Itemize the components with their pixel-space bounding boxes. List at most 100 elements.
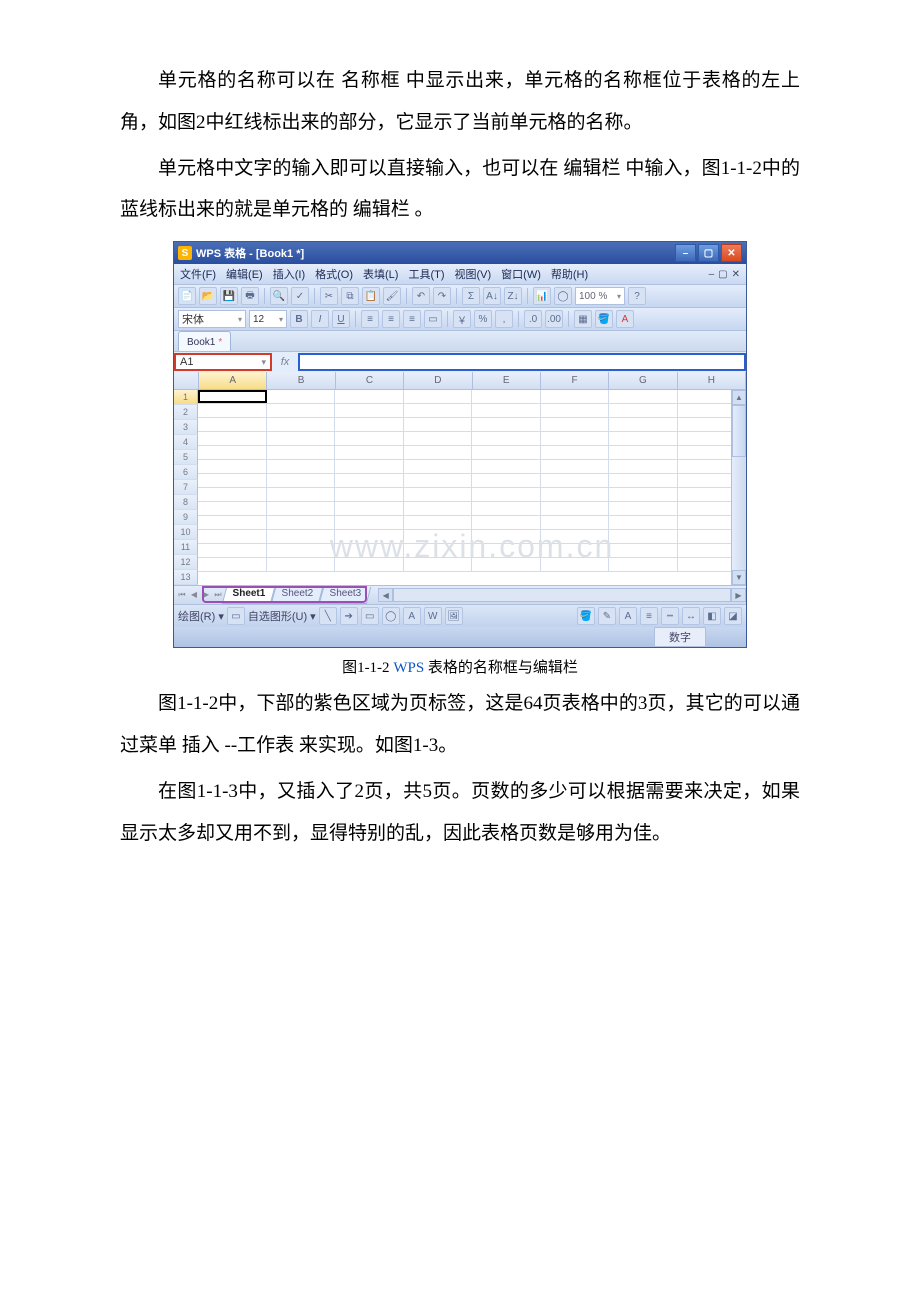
underline-button[interactable]: U — [332, 310, 350, 328]
row-header-6[interactable]: 6 — [174, 465, 198, 480]
select-objects-button[interactable]: ▭ — [227, 607, 245, 625]
format-painter-button[interactable]: 🖌 — [383, 287, 401, 305]
arrow-tool-button[interactable]: ➔ — [340, 607, 358, 625]
hscroll-left-arrow-icon[interactable]: ◀ — [378, 588, 393, 602]
wordart-tool-button[interactable]: W — [424, 607, 442, 625]
mdi-close-button[interactable]: ✕ — [732, 269, 740, 280]
rect-tool-button[interactable]: ▭ — [361, 607, 379, 625]
row-header-5[interactable]: 5 — [174, 450, 198, 465]
redo-button[interactable]: ↷ — [433, 287, 451, 305]
window-minimize-button[interactable]: – — [675, 244, 696, 262]
font-size-combo[interactable]: 12 — [249, 310, 287, 328]
mdi-restore-button[interactable]: ▢ — [718, 269, 727, 280]
column-header-a[interactable]: A — [199, 372, 267, 389]
window-maximize-button[interactable]: ▢ — [698, 244, 719, 262]
3d-button[interactable]: ◪ — [724, 607, 742, 625]
sort-desc-button[interactable]: Z↓ — [504, 287, 522, 305]
scroll-thumb[interactable] — [732, 405, 746, 457]
line-color-tool-button[interactable]: ✎ — [598, 607, 616, 625]
spellcheck-button[interactable]: ✓ — [291, 287, 309, 305]
menu-tools[interactable]: 工具(T) — [408, 266, 444, 282]
currency-button[interactable]: ￥ — [453, 310, 471, 328]
decrease-decimal-button[interactable]: .0 — [524, 310, 542, 328]
cells-area[interactable]: www.zixin.com.cn — [198, 390, 746, 585]
column-header-c[interactable]: C — [336, 372, 404, 389]
zoom-combo[interactable]: 100 % — [575, 287, 625, 305]
row-header-3[interactable]: 3 — [174, 420, 198, 435]
cut-button[interactable] — [320, 287, 338, 305]
new-button[interactable] — [178, 287, 196, 305]
align-center-button[interactable]: ≡ — [382, 310, 400, 328]
help-button[interactable]: ? — [628, 287, 646, 305]
name-box[interactable]: A1 — [174, 353, 272, 371]
drawing-button[interactable]: ◯ — [554, 287, 572, 305]
percent-button[interactable]: % — [474, 310, 492, 328]
menu-edit[interactable]: 编辑(E) — [226, 266, 263, 282]
insert-picture-button[interactable]: 🖼 — [445, 607, 463, 625]
menu-insert[interactable]: 插入(I) — [273, 266, 305, 282]
row-header-11[interactable]: 11 — [174, 540, 198, 555]
align-right-button[interactable]: ≡ — [403, 310, 421, 328]
column-header-b[interactable]: B — [267, 372, 335, 389]
mdi-minimize-button[interactable]: – — [709, 269, 715, 280]
autoshapes-menu[interactable]: 自选图形(U) ▾ — [248, 608, 316, 624]
fx-icon[interactable]: fx — [272, 356, 298, 368]
hscroll-right-arrow-icon[interactable]: ▶ — [731, 588, 746, 602]
sheet-tab-2[interactable]: Sheet2 — [271, 587, 323, 604]
sort-asc-button[interactable]: A↓ — [483, 287, 501, 305]
open-button[interactable] — [199, 287, 217, 305]
line-tool-button[interactable]: ╲ — [319, 607, 337, 625]
row-header-1[interactable]: 1 — [174, 390, 198, 405]
menu-help[interactable]: 帮助(H) — [551, 266, 588, 282]
row-header-2[interactable]: 2 — [174, 405, 198, 420]
paste-button[interactable] — [362, 287, 380, 305]
column-header-g[interactable]: G — [609, 372, 677, 389]
font-color-button[interactable]: A — [616, 310, 634, 328]
column-header-f[interactable]: F — [541, 372, 609, 389]
row-header-7[interactable]: 7 — [174, 480, 198, 495]
select-all-corner[interactable] — [174, 372, 199, 389]
tab-nav-first-icon[interactable]: ⏮ — [176, 590, 188, 600]
font-name-combo[interactable]: 宋体 — [178, 310, 246, 328]
hscroll-track[interactable] — [393, 588, 731, 602]
row-header-4[interactable]: 4 — [174, 435, 198, 450]
row-header-8[interactable]: 8 — [174, 495, 198, 510]
line-style-button[interactable]: ≡ — [640, 607, 658, 625]
sheet-tab-3[interactable]: Sheet3 — [318, 587, 370, 604]
font-color-tool-button[interactable]: A — [619, 607, 637, 625]
row-header-12[interactable]: 12 — [174, 555, 198, 570]
row-header-13[interactable]: 13 — [174, 570, 198, 585]
caption-wps-link[interactable]: WPS — [393, 660, 424, 676]
print-button[interactable] — [241, 287, 259, 305]
save-button[interactable] — [220, 287, 238, 305]
shadow-button[interactable]: ◧ — [703, 607, 721, 625]
window-close-button[interactable]: ✕ — [721, 244, 742, 262]
formula-bar[interactable] — [298, 353, 746, 371]
align-left-button[interactable]: ≡ — [361, 310, 379, 328]
draw-menu[interactable]: 绘图(R) ▾ — [178, 608, 224, 624]
menu-window[interactable]: 窗口(W) — [501, 266, 541, 282]
borders-button[interactable]: ▦ — [574, 310, 592, 328]
increase-decimal-button[interactable]: .00 — [545, 310, 563, 328]
column-header-e[interactable]: E — [473, 372, 541, 389]
comma-button[interactable]: , — [495, 310, 513, 328]
menu-view[interactable]: 视图(V) — [455, 266, 492, 282]
row-header-9[interactable]: 9 — [174, 510, 198, 525]
horizontal-scrollbar[interactable]: ◀ ▶ — [378, 588, 746, 602]
sum-button[interactable]: Σ — [462, 287, 480, 305]
chart-button[interactable]: 📊 — [533, 287, 551, 305]
column-header-h[interactable]: H — [678, 372, 746, 389]
row-header-10[interactable]: 10 — [174, 525, 198, 540]
menu-form[interactable]: 表填(L) — [363, 266, 398, 282]
italic-button[interactable]: I — [311, 310, 329, 328]
document-tab[interactable]: Book1 * — [178, 331, 231, 351]
oval-tool-button[interactable]: ◯ — [382, 607, 400, 625]
vertical-scrollbar[interactable]: ▲ ▼ — [731, 390, 746, 585]
menu-format[interactable]: 格式(O) — [315, 266, 353, 282]
bold-button[interactable]: B — [290, 310, 308, 328]
menu-file[interactable]: 文件(F) — [180, 266, 216, 282]
undo-button[interactable]: ↶ — [412, 287, 430, 305]
fill-color-tool-button[interactable]: 🪣 — [577, 607, 595, 625]
textbox-tool-button[interactable]: A — [403, 607, 421, 625]
preview-button[interactable]: 🔍 — [270, 287, 288, 305]
